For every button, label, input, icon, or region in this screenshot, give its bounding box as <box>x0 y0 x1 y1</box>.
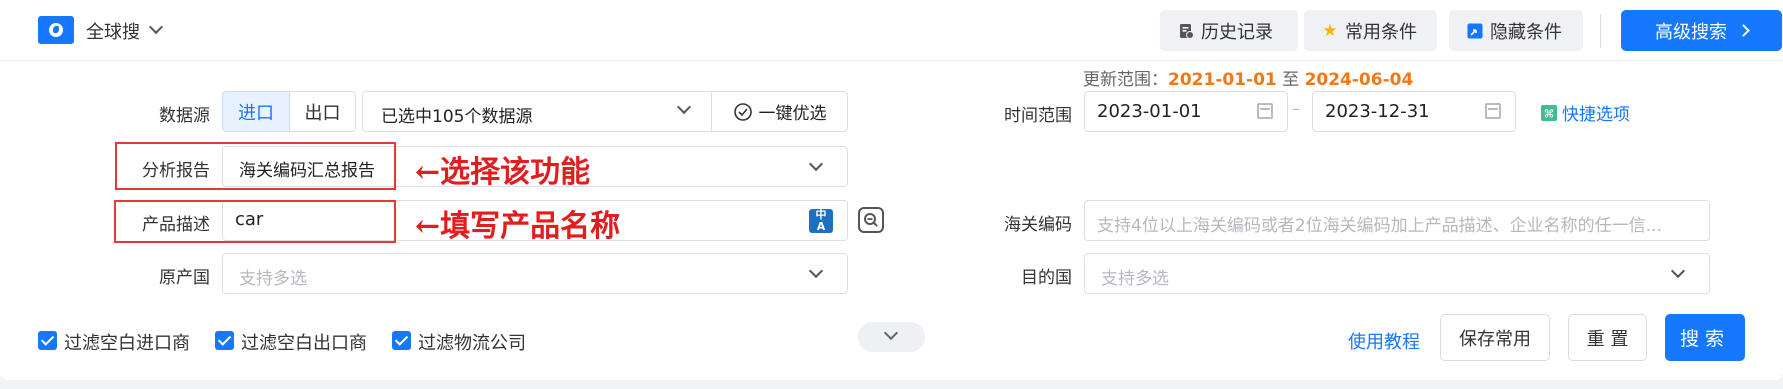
chevron-down-icon <box>676 99 692 115</box>
update-range-end: 2024-06-04 <box>1304 70 1414 90</box>
update-range-prefix: 更新范围： <box>1083 70 1168 90</box>
start-date-input[interactable]: 2023-01-01 <box>1084 91 1288 132</box>
common-conditions-button[interactable]: ★ 常用条件 <box>1304 10 1437 51</box>
history-button[interactable]: 历史记录 <box>1160 10 1298 51</box>
hs-code-label: 海关编码 <box>1004 215 1072 235</box>
history-icon <box>1178 23 1194 39</box>
datasource-selected-text: 已选中105个数据源 <box>381 107 533 127</box>
hide-conditions-label: 隐藏条件 <box>1490 21 1562 43</box>
filter-empty-importer-label[interactable]: 过滤空白进口商 <box>64 329 190 355</box>
chevron-right-icon <box>1737 24 1750 37</box>
chevron-down-icon[interactable] <box>148 19 164 35</box>
chevron-down-icon <box>883 325 899 341</box>
destination-country-select[interactable]: 支持多选 <box>1084 253 1710 294</box>
end-date-value: 2023-12-31 <box>1325 101 1430 122</box>
destination-country-label: 目的国 <box>1021 268 1072 288</box>
chevron-down-icon <box>808 156 824 172</box>
expand-toggle[interactable] <box>858 322 925 352</box>
calendar-icon <box>1257 103 1273 119</box>
header-divider <box>0 60 1783 61</box>
datasource-label: 数据源 <box>159 106 210 126</box>
check-circle-icon <box>733 102 752 121</box>
divider <box>1600 14 1601 48</box>
command-icon: ⌘ <box>1541 104 1557 121</box>
tutorial-link[interactable]: 使用教程 <box>1348 328 1420 354</box>
history-label: 历史记录 <box>1201 21 1273 43</box>
collapse-icon <box>1467 23 1483 39</box>
hide-conditions-button[interactable]: 隐藏条件 <box>1449 10 1583 51</box>
calendar-icon <box>1485 103 1501 119</box>
time-range-label: 时间范围 <box>1004 106 1072 126</box>
search-panel: 全球搜 历史记录 ★ 常用条件 隐藏条件 高级搜索 更新范围：2021-01-0… <box>0 0 1783 380</box>
quick-options-link[interactable]: ⌘ 快捷选项 <box>1541 100 1630 125</box>
export-toggle[interactable]: 出口 <box>290 91 356 132</box>
filter-logistics-checkbox[interactable] <box>392 331 411 350</box>
advanced-search-label: 高级搜索 <box>1655 21 1727 43</box>
import-toggle[interactable]: 进口 <box>222 91 290 132</box>
star-icon: ★ <box>1322 20 1338 41</box>
filter-empty-exporter-label[interactable]: 过滤空白出口商 <box>241 329 367 355</box>
update-range-connector: 至 <box>1282 70 1300 90</box>
globe-icon[interactable] <box>38 16 74 44</box>
annotation-select-feature: ←选择该功能 <box>415 155 591 190</box>
highlight-box <box>115 142 396 190</box>
date-separator: – <box>1292 99 1300 118</box>
quick-options-label: 快捷选项 <box>1562 105 1630 125</box>
scope-label: 全球搜 <box>86 22 140 43</box>
scope-selector[interactable]: 全球搜 <box>86 18 140 44</box>
filter-logistics-label[interactable]: 过滤物流公司 <box>418 329 526 355</box>
filter-empty-exporter-checkbox[interactable] <box>215 331 234 350</box>
hs-code-input[interactable]: 支持4位以上海关编码或者2位海关编码加上产品描述、企业名称的任一信... <box>1084 200 1710 241</box>
chevron-down-icon <box>1670 263 1686 279</box>
advanced-query-icon[interactable] <box>858 207 884 233</box>
advanced-search-button[interactable]: 高级搜索 <box>1621 10 1782 51</box>
save-common-button[interactable]: 保存常用 <box>1440 314 1550 361</box>
highlight-box <box>114 200 396 243</box>
origin-country-select[interactable]: 支持多选 <box>222 253 848 294</box>
update-range-start: 2021-01-01 <box>1168 70 1277 90</box>
one-click-optimize-button[interactable]: 一键优选 <box>712 92 847 131</box>
start-date-value: 2023-01-01 <box>1097 101 1202 122</box>
svg-text:⌘: ⌘ <box>1544 107 1555 120</box>
datasource-select[interactable]: 已选中105个数据源 一键优选 <box>362 91 848 132</box>
magnifier-icon <box>864 213 878 227</box>
chevron-down-icon <box>808 263 824 279</box>
common-conditions-label: 常用条件 <box>1345 21 1417 43</box>
origin-country-placeholder: 支持多选 <box>239 269 307 289</box>
filter-empty-importer-checkbox[interactable] <box>38 331 57 350</box>
update-range: 更新范围：2021-01-01 至 2024-06-04 <box>1083 65 1413 90</box>
one-click-optimize-label: 一键优选 <box>758 104 827 124</box>
end-date-input[interactable]: 2023-12-31 <box>1312 91 1516 132</box>
hs-code-placeholder: 支持4位以上海关编码或者2位海关编码加上产品描述、企业名称的任一信... <box>1097 216 1662 236</box>
origin-country-label: 原产国 <box>159 268 210 288</box>
reset-button[interactable]: 重 置 <box>1568 314 1647 361</box>
destination-country-placeholder: 支持多选 <box>1101 269 1169 289</box>
annotation-fill-product: ←填写产品名称 <box>415 209 621 244</box>
search-button[interactable]: 搜索 <box>1665 314 1745 361</box>
translate-icon[interactable]: 中A <box>809 209 833 233</box>
